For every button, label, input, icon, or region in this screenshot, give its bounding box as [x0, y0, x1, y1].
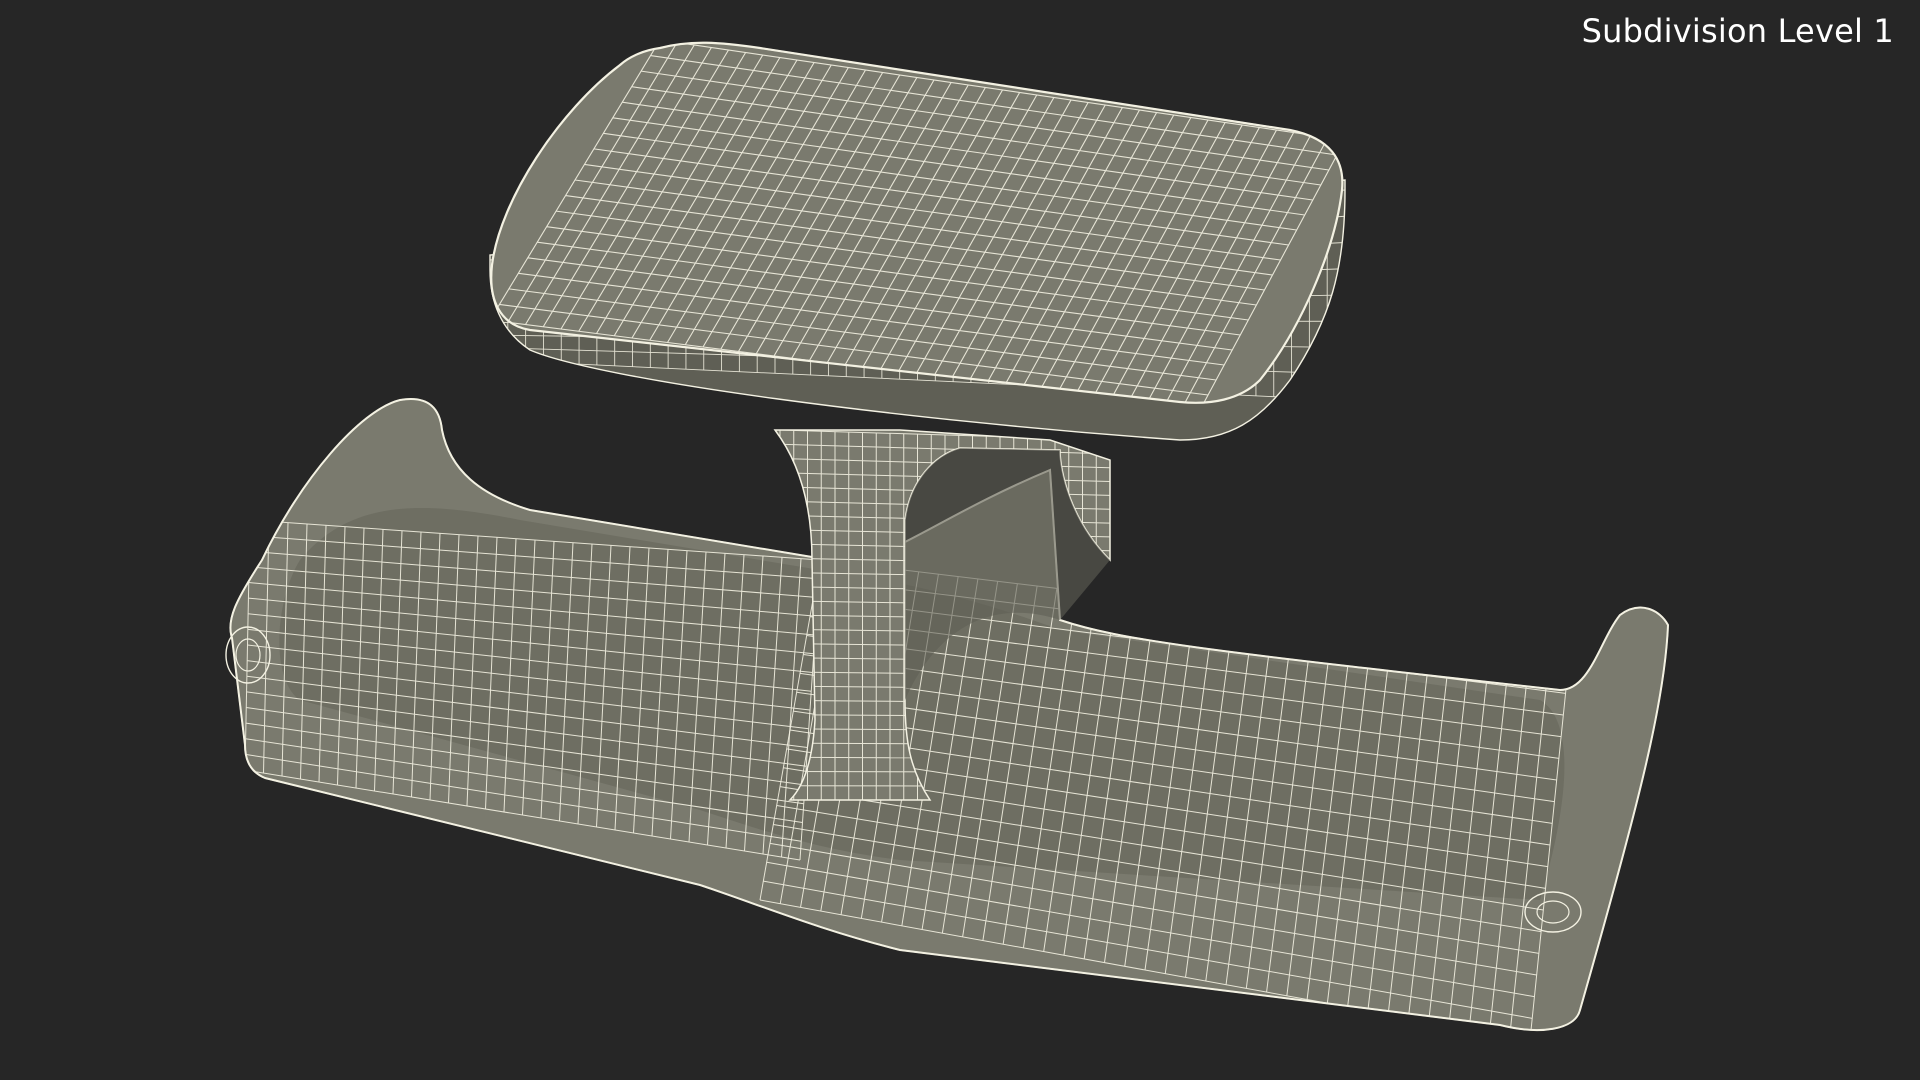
3d-viewport[interactable]: Subdivision Level 1 [0, 0, 1920, 1080]
subdivision-level-label: Subdivision Level 1 [1581, 12, 1894, 50]
model-render [225, 41, 1670, 1031]
top-pad [489, 41, 1346, 441]
